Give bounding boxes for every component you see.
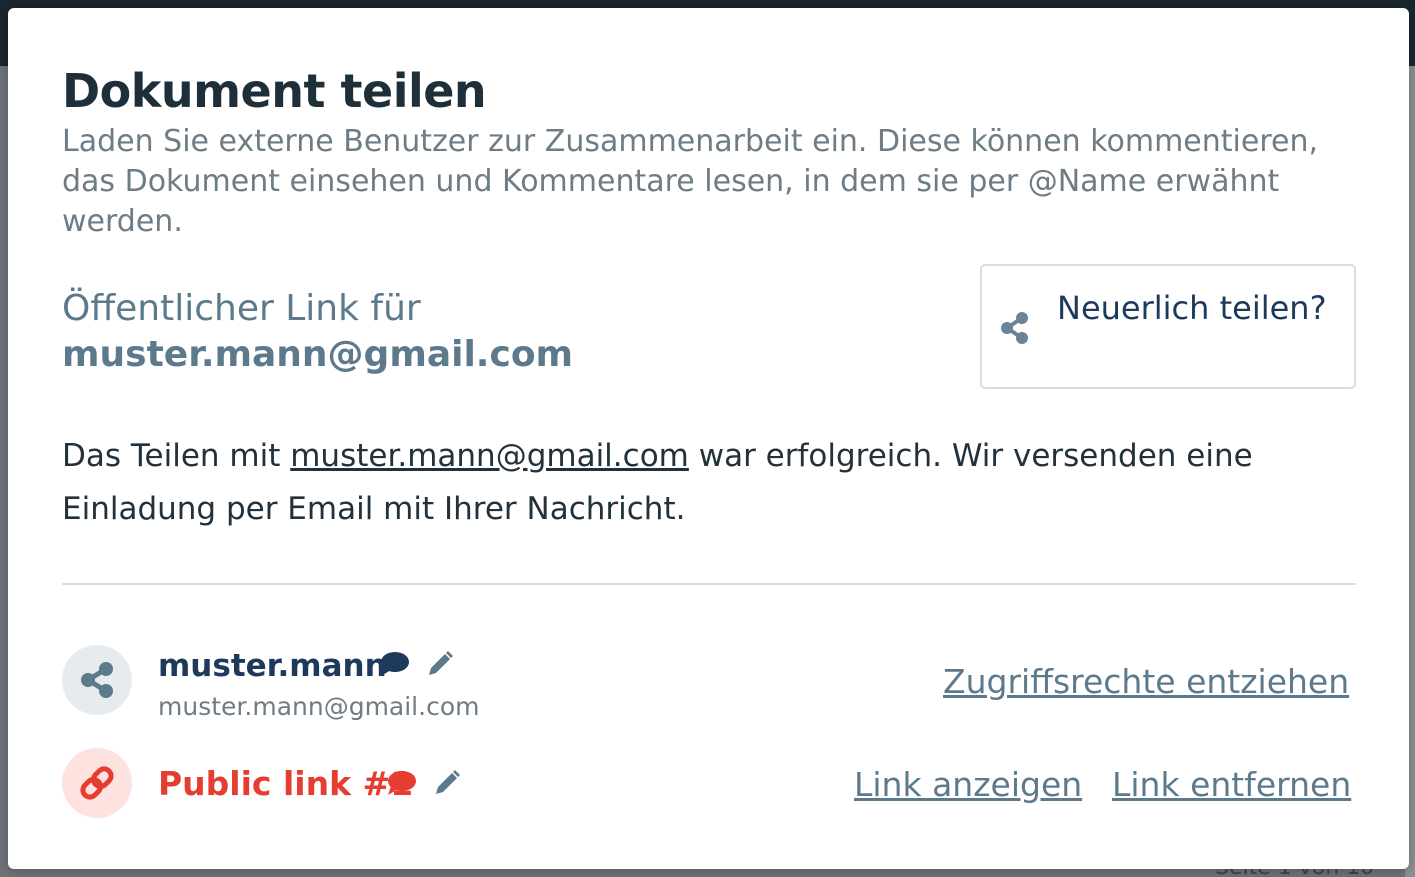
share-icon [81, 662, 113, 698]
reshare-button-label: Neuerlich teilen? [1057, 289, 1327, 327]
share-user-email: muster.mann@gmail.com [158, 692, 480, 721]
dialog-description: Laden Sie externe Benutzer zur Zusammena… [62, 124, 1319, 239]
comment-icon[interactable] [387, 770, 417, 800]
show-link-link[interactable]: Link anzeigen [854, 765, 1082, 804]
public-link-name: Public link #1 [158, 764, 414, 803]
success-message: Das Teilen mit muster.mann@gmail.com war… [62, 430, 1352, 536]
edit-pencil-icon[interactable] [426, 650, 454, 682]
dialog-title: Dokument teilen [62, 64, 487, 118]
public-link-avatar [62, 748, 132, 818]
share-user-name: muster.mann [158, 648, 387, 684]
success-message-before: Das Teilen mit [62, 438, 291, 474]
comment-icon[interactable] [380, 651, 410, 681]
share-icon [998, 310, 1032, 346]
share-avatar [62, 645, 132, 715]
reshare-button[interactable]: Neuerlich teilen? [980, 264, 1356, 389]
public-link-email: muster.mann@gmail.com [62, 334, 574, 375]
public-link-heading-label: Öffentlicher Link für [62, 288, 421, 329]
divider [62, 583, 1356, 585]
link-icon [80, 766, 114, 800]
share-document-dialog: Dokument teilen Laden Sie externe Benutz… [8, 8, 1409, 869]
public-link-heading: Öffentlicher Link für muster.mann@gmail.… [62, 286, 573, 378]
success-email-link[interactable]: muster.mann@gmail.com [290, 438, 689, 474]
remove-link-link[interactable]: Link entfernen [1112, 765, 1351, 804]
edit-pencil-icon[interactable] [433, 769, 461, 801]
revoke-access-link[interactable]: Zugriffsrechte entziehen [943, 662, 1349, 701]
